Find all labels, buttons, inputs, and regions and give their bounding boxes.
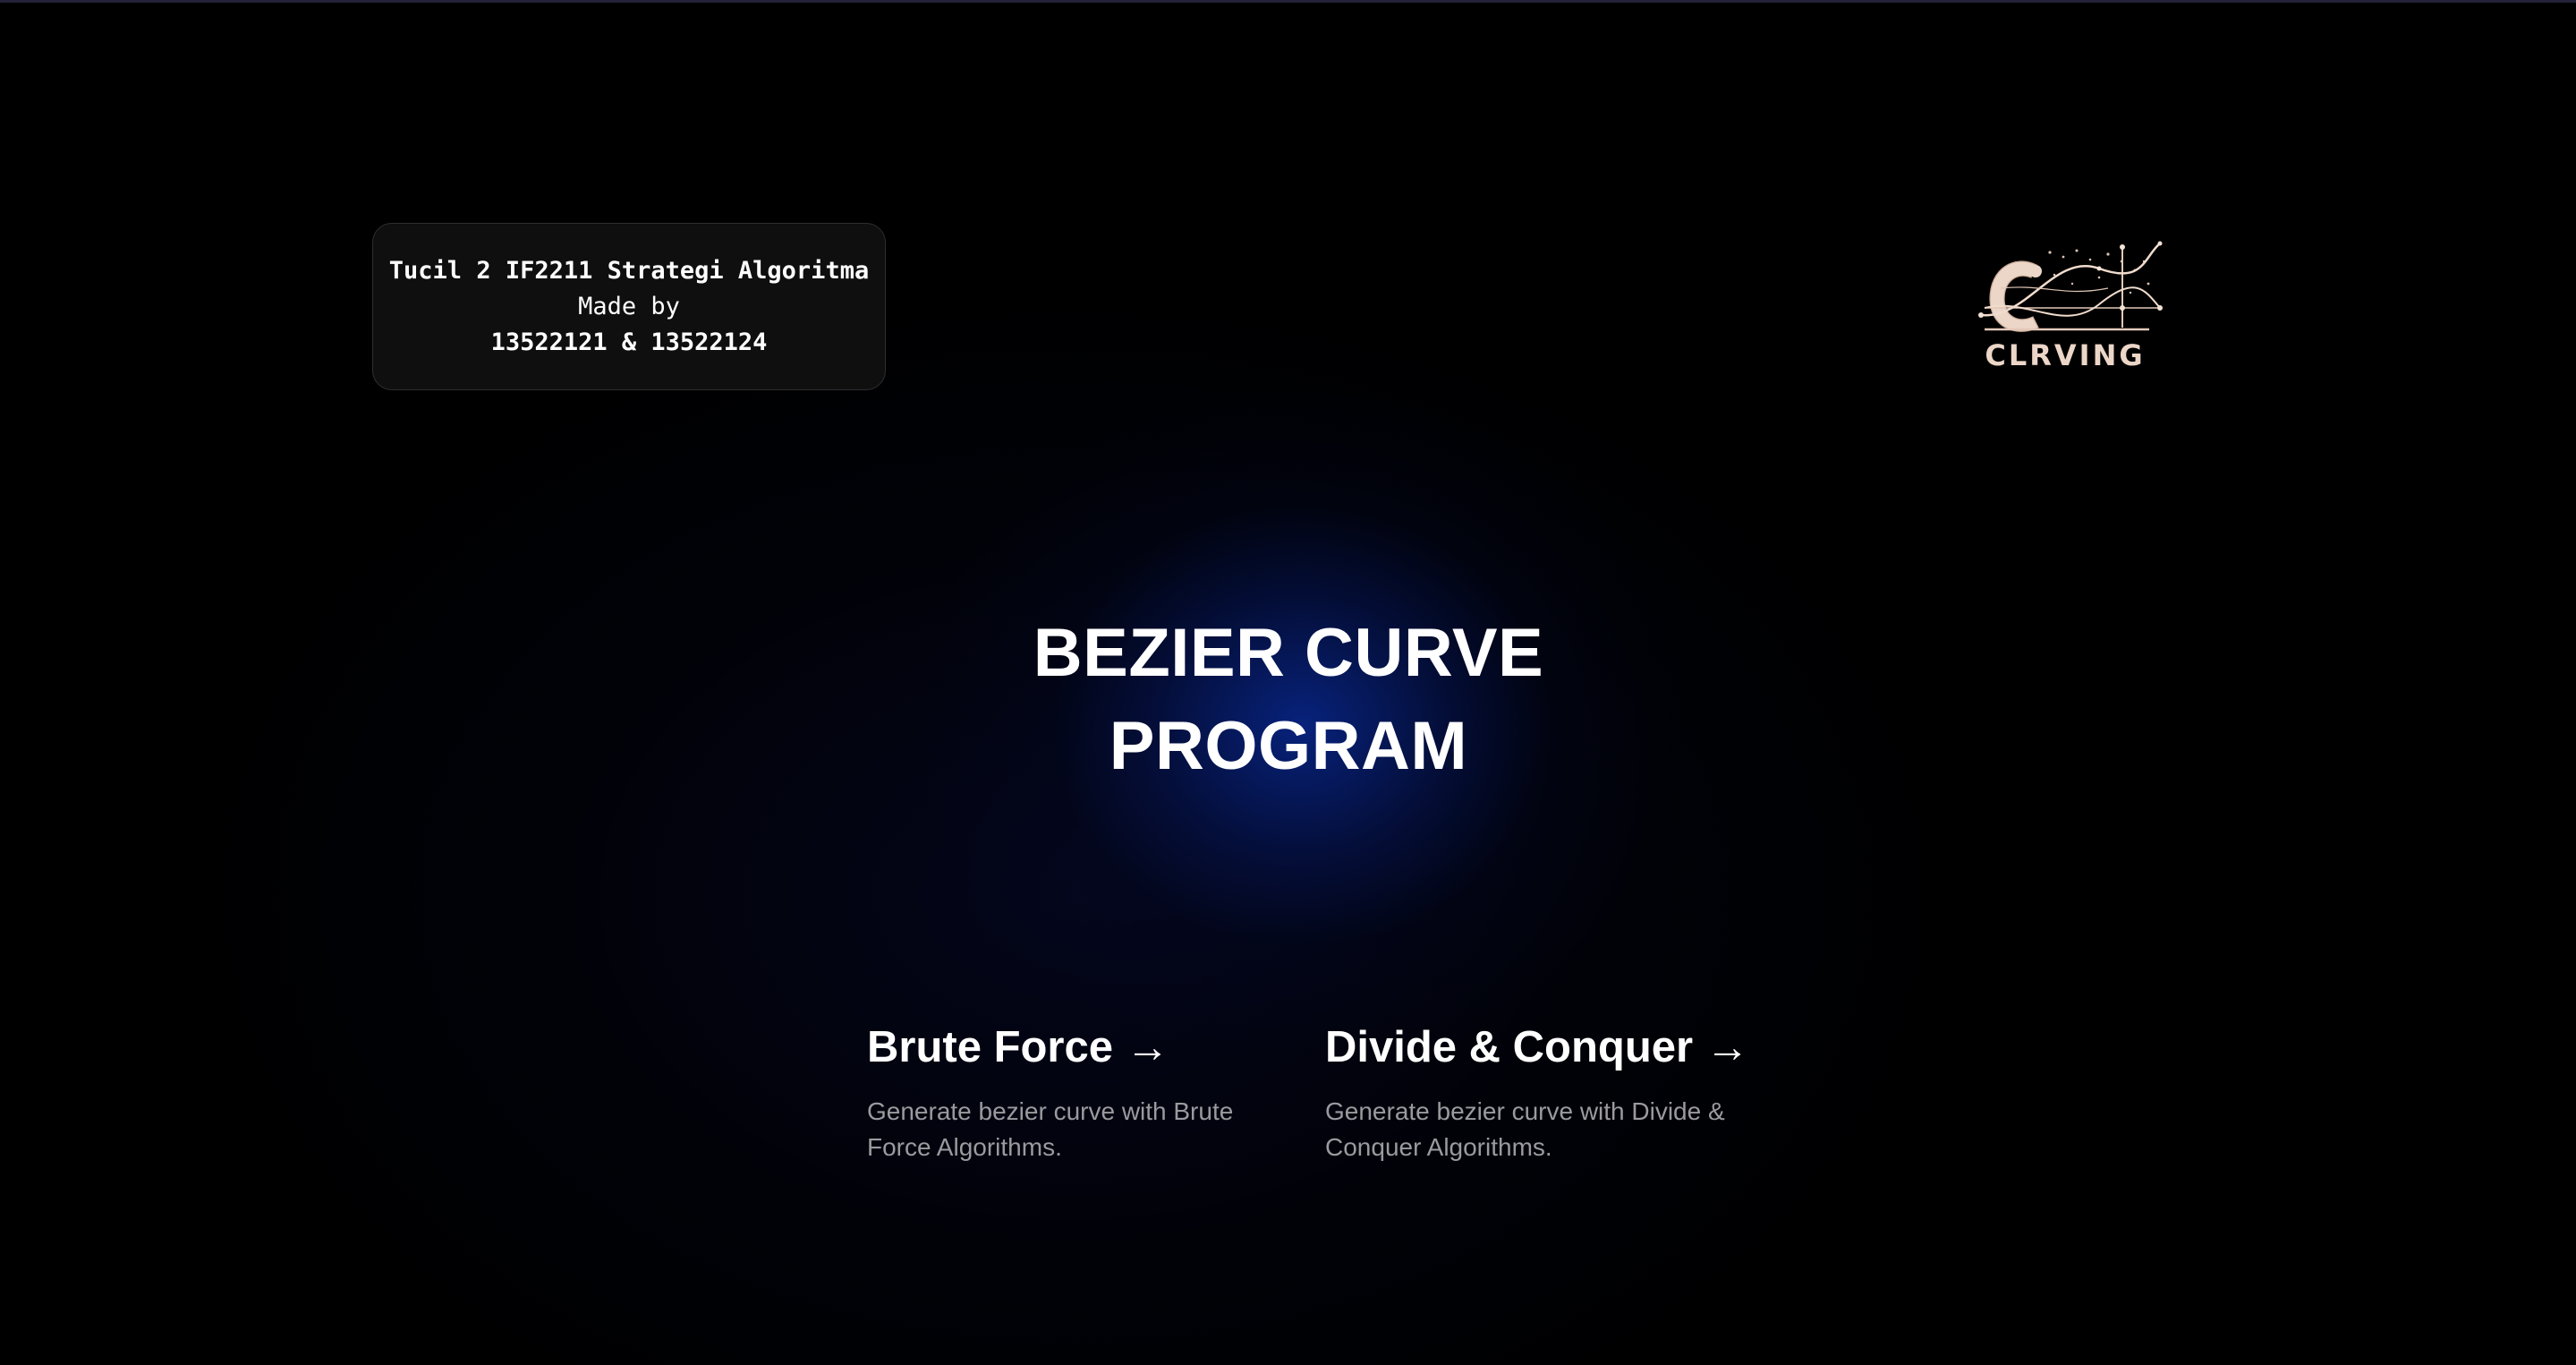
info-card: Tucil 2 IF2211 Strategi Algoritma Made b… (372, 223, 886, 390)
page-title-line1: BEZIER CURVE (1033, 615, 1544, 691)
brute-force-link[interactable]: Brute Force → Generate bezier curve with … (867, 1011, 1297, 1165)
top-border (0, 0, 2576, 3)
arrow-right-icon: → (1126, 1023, 1170, 1071)
brute-force-description: Generate bezier curve with Brute Force A… (867, 1097, 1234, 1161)
info-card-made-by: Made by (578, 292, 680, 320)
divide-conquer-description: Generate bezier curve with Divide & Conq… (1325, 1097, 1725, 1161)
brute-force-title: Brute Force → (867, 1011, 1297, 1083)
page-title-line2: PROGRAM (1109, 708, 1468, 784)
divide-conquer-title: Divide & Conquer → (1325, 1011, 1755, 1083)
brute-force-title-text: Brute Force (867, 1023, 1114, 1071)
divide-conquer-link[interactable]: Divide & Conquer → Generate bezier curve … (1325, 1011, 1755, 1165)
divide-conquer-title-text: Divide & Conquer (1325, 1023, 1694, 1071)
logo-text: CLRVING (1985, 338, 2145, 372)
arrow-right-icon: → (1705, 1023, 1750, 1071)
curving-logo: CLRVING (1978, 241, 2163, 372)
page-title: BEZIER CURVE PROGRAM (931, 607, 1646, 793)
logo-graphic-icon (1978, 241, 2163, 332)
info-card-course: Tucil 2 IF2211 Strategi Algoritma (388, 256, 870, 285)
info-card-authors: 13522121 & 13522124 (490, 328, 768, 356)
